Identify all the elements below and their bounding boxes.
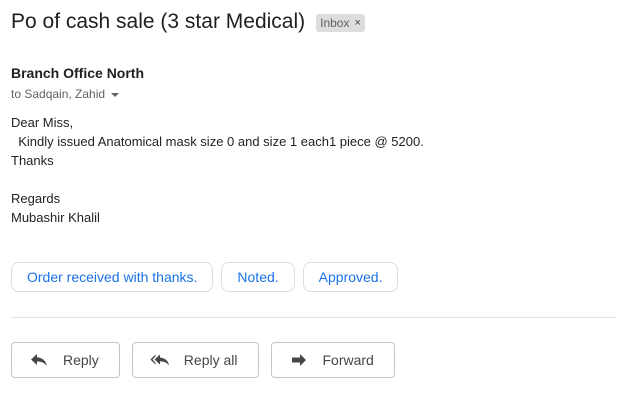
smart-reply-chip[interactable]: Noted.: [221, 262, 295, 292]
recipients-text: to Sadqain, Zahid: [11, 87, 106, 101]
body-line: Dear Miss,: [11, 115, 74, 130]
forward-button[interactable]: Forward: [270, 342, 395, 378]
email-subject: Po of cash sale (3 star Medical): [11, 10, 306, 33]
smart-reply-chip[interactable]: Approved.: [302, 262, 399, 292]
reply-all-arrow-icon: [150, 352, 170, 368]
email-body: Dear Miss, Kindly issued Anatomical mask…: [11, 113, 424, 227]
forward-arrow-icon: [289, 352, 309, 368]
sender-name: Branch Office North: [11, 65, 145, 81]
email-header: Po of cash sale (3 star Medical) Inbox ×: [11, 9, 365, 35]
reply-all-button[interactable]: Reply all: [131, 342, 259, 378]
reply-arrow-icon: [29, 352, 49, 368]
reply-label: Reply: [63, 352, 99, 368]
reply-all-label: Reply all: [183, 352, 238, 368]
body-line: Mubashir Khalil: [11, 210, 100, 225]
inbox-label-badge[interactable]: Inbox ×: [316, 14, 365, 32]
divider: [11, 317, 616, 318]
remove-label-icon[interactable]: ×: [354, 16, 360, 30]
body-line: Kindly issued Anatomical mask size 0 and…: [11, 134, 424, 149]
caret-down-icon[interactable]: [111, 92, 120, 97]
forward-label: Forward: [322, 352, 374, 368]
smart-reply-chip[interactable]: Order received with thanks.: [11, 262, 214, 292]
body-blank-line: [11, 170, 424, 189]
body-line: Thanks: [11, 153, 54, 168]
reply-actions: Reply Reply all Forward: [11, 342, 407, 378]
recipients-toggle[interactable]: to Sadqain, Zahid: [11, 87, 120, 101]
smart-reply-suggestions: Order received with thanks. Noted. Appro…: [11, 262, 406, 292]
body-line: Regards: [11, 191, 61, 206]
reply-button[interactable]: Reply: [11, 342, 120, 378]
inbox-label-text: Inbox: [320, 16, 350, 30]
